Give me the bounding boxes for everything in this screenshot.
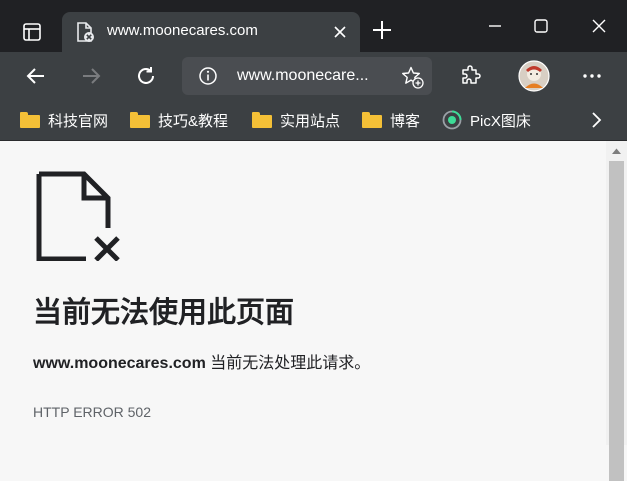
error-code: HTTP ERROR 502 (33, 404, 151, 420)
close-icon (592, 19, 606, 33)
back-arrow-icon (26, 68, 44, 84)
scrollbar[interactable] (606, 141, 627, 481)
error-domain: www.moonecares.com (33, 355, 206, 372)
page-content: 当前无法使用此页面 www.moonecares.com 当前无法处理此请求。 … (0, 141, 606, 445)
info-icon[interactable] (198, 66, 218, 86)
maximize-icon (534, 19, 548, 33)
forward-arrow-icon (83, 68, 101, 84)
bookmark-label: 技巧&教程 (158, 112, 229, 130)
minimize-icon (489, 25, 501, 27)
maximize-button[interactable] (518, 8, 564, 44)
scroll-up-arrow-icon[interactable] (611, 147, 622, 155)
error-description: www.moonecares.com 当前无法处理此请求。 (33, 349, 370, 373)
new-tab-icon[interactable] (368, 16, 396, 44)
title-bar: www.moonecares.com (0, 0, 627, 52)
bookmark-label: 博客 (390, 112, 421, 130)
toolbar: www.moonecare... (0, 52, 627, 100)
refresh-icon (138, 67, 154, 84)
bookmark-keji-guanwang[interactable]: 科技官网 (20, 108, 108, 132)
bookmark-boke[interactable]: 博客 (362, 108, 420, 132)
bookmark-label: PicX图床 (470, 112, 531, 130)
folder-icon (130, 112, 150, 128)
error-page-icon (77, 22, 94, 42)
close-window-button[interactable] (576, 8, 622, 44)
bookmarks-bar: 科技官网 技巧&教程 实用站点 博客 PicX图床 (0, 100, 627, 141)
address-text: www.moonecare... (237, 67, 369, 84)
extensions-button[interactable] (453, 58, 489, 94)
profile-button[interactable] (516, 58, 552, 94)
error-title: 当前无法使用此页面 (33, 297, 295, 329)
tab-actions-icon (23, 23, 41, 41)
active-tab[interactable]: www.moonecares.com (62, 12, 360, 52)
chevron-right-icon[interactable] (584, 108, 608, 132)
settings-menu-button[interactable] (574, 58, 610, 94)
tab-title: www.moonecares.com (107, 22, 258, 39)
back-button[interactable] (18, 58, 54, 94)
puzzle-icon (462, 65, 481, 84)
address-bar[interactable]: www.moonecare... (182, 57, 432, 95)
bookmark-label: 科技官网 (48, 112, 109, 130)
bookmark-label: 实用站点 (280, 112, 341, 130)
picx-icon (442, 110, 462, 130)
error-message: 当前无法处理此请求。 (210, 355, 371, 372)
broken-page-icon (36, 171, 120, 261)
bookmark-picx[interactable]: PicX图床 (442, 108, 531, 132)
refresh-button[interactable] (128, 58, 164, 94)
bookmark-shiyong-zhandian[interactable]: 实用站点 (252, 108, 340, 132)
more-options-icon (583, 74, 601, 78)
forward-button[interactable] (73, 58, 109, 94)
minimize-button[interactable] (472, 8, 518, 44)
folder-icon (362, 112, 382, 128)
add-favorite-icon[interactable] (400, 65, 424, 89)
scrollbar-thumb[interactable] (609, 161, 624, 481)
tab-actions-button[interactable] (12, 13, 52, 51)
folder-icon (252, 112, 272, 128)
avatar (518, 60, 550, 92)
bookmark-jiqiao-jiaocheng[interactable]: 技巧&教程 (130, 108, 228, 132)
close-tab-icon[interactable] (330, 22, 350, 42)
folder-icon (20, 112, 40, 128)
